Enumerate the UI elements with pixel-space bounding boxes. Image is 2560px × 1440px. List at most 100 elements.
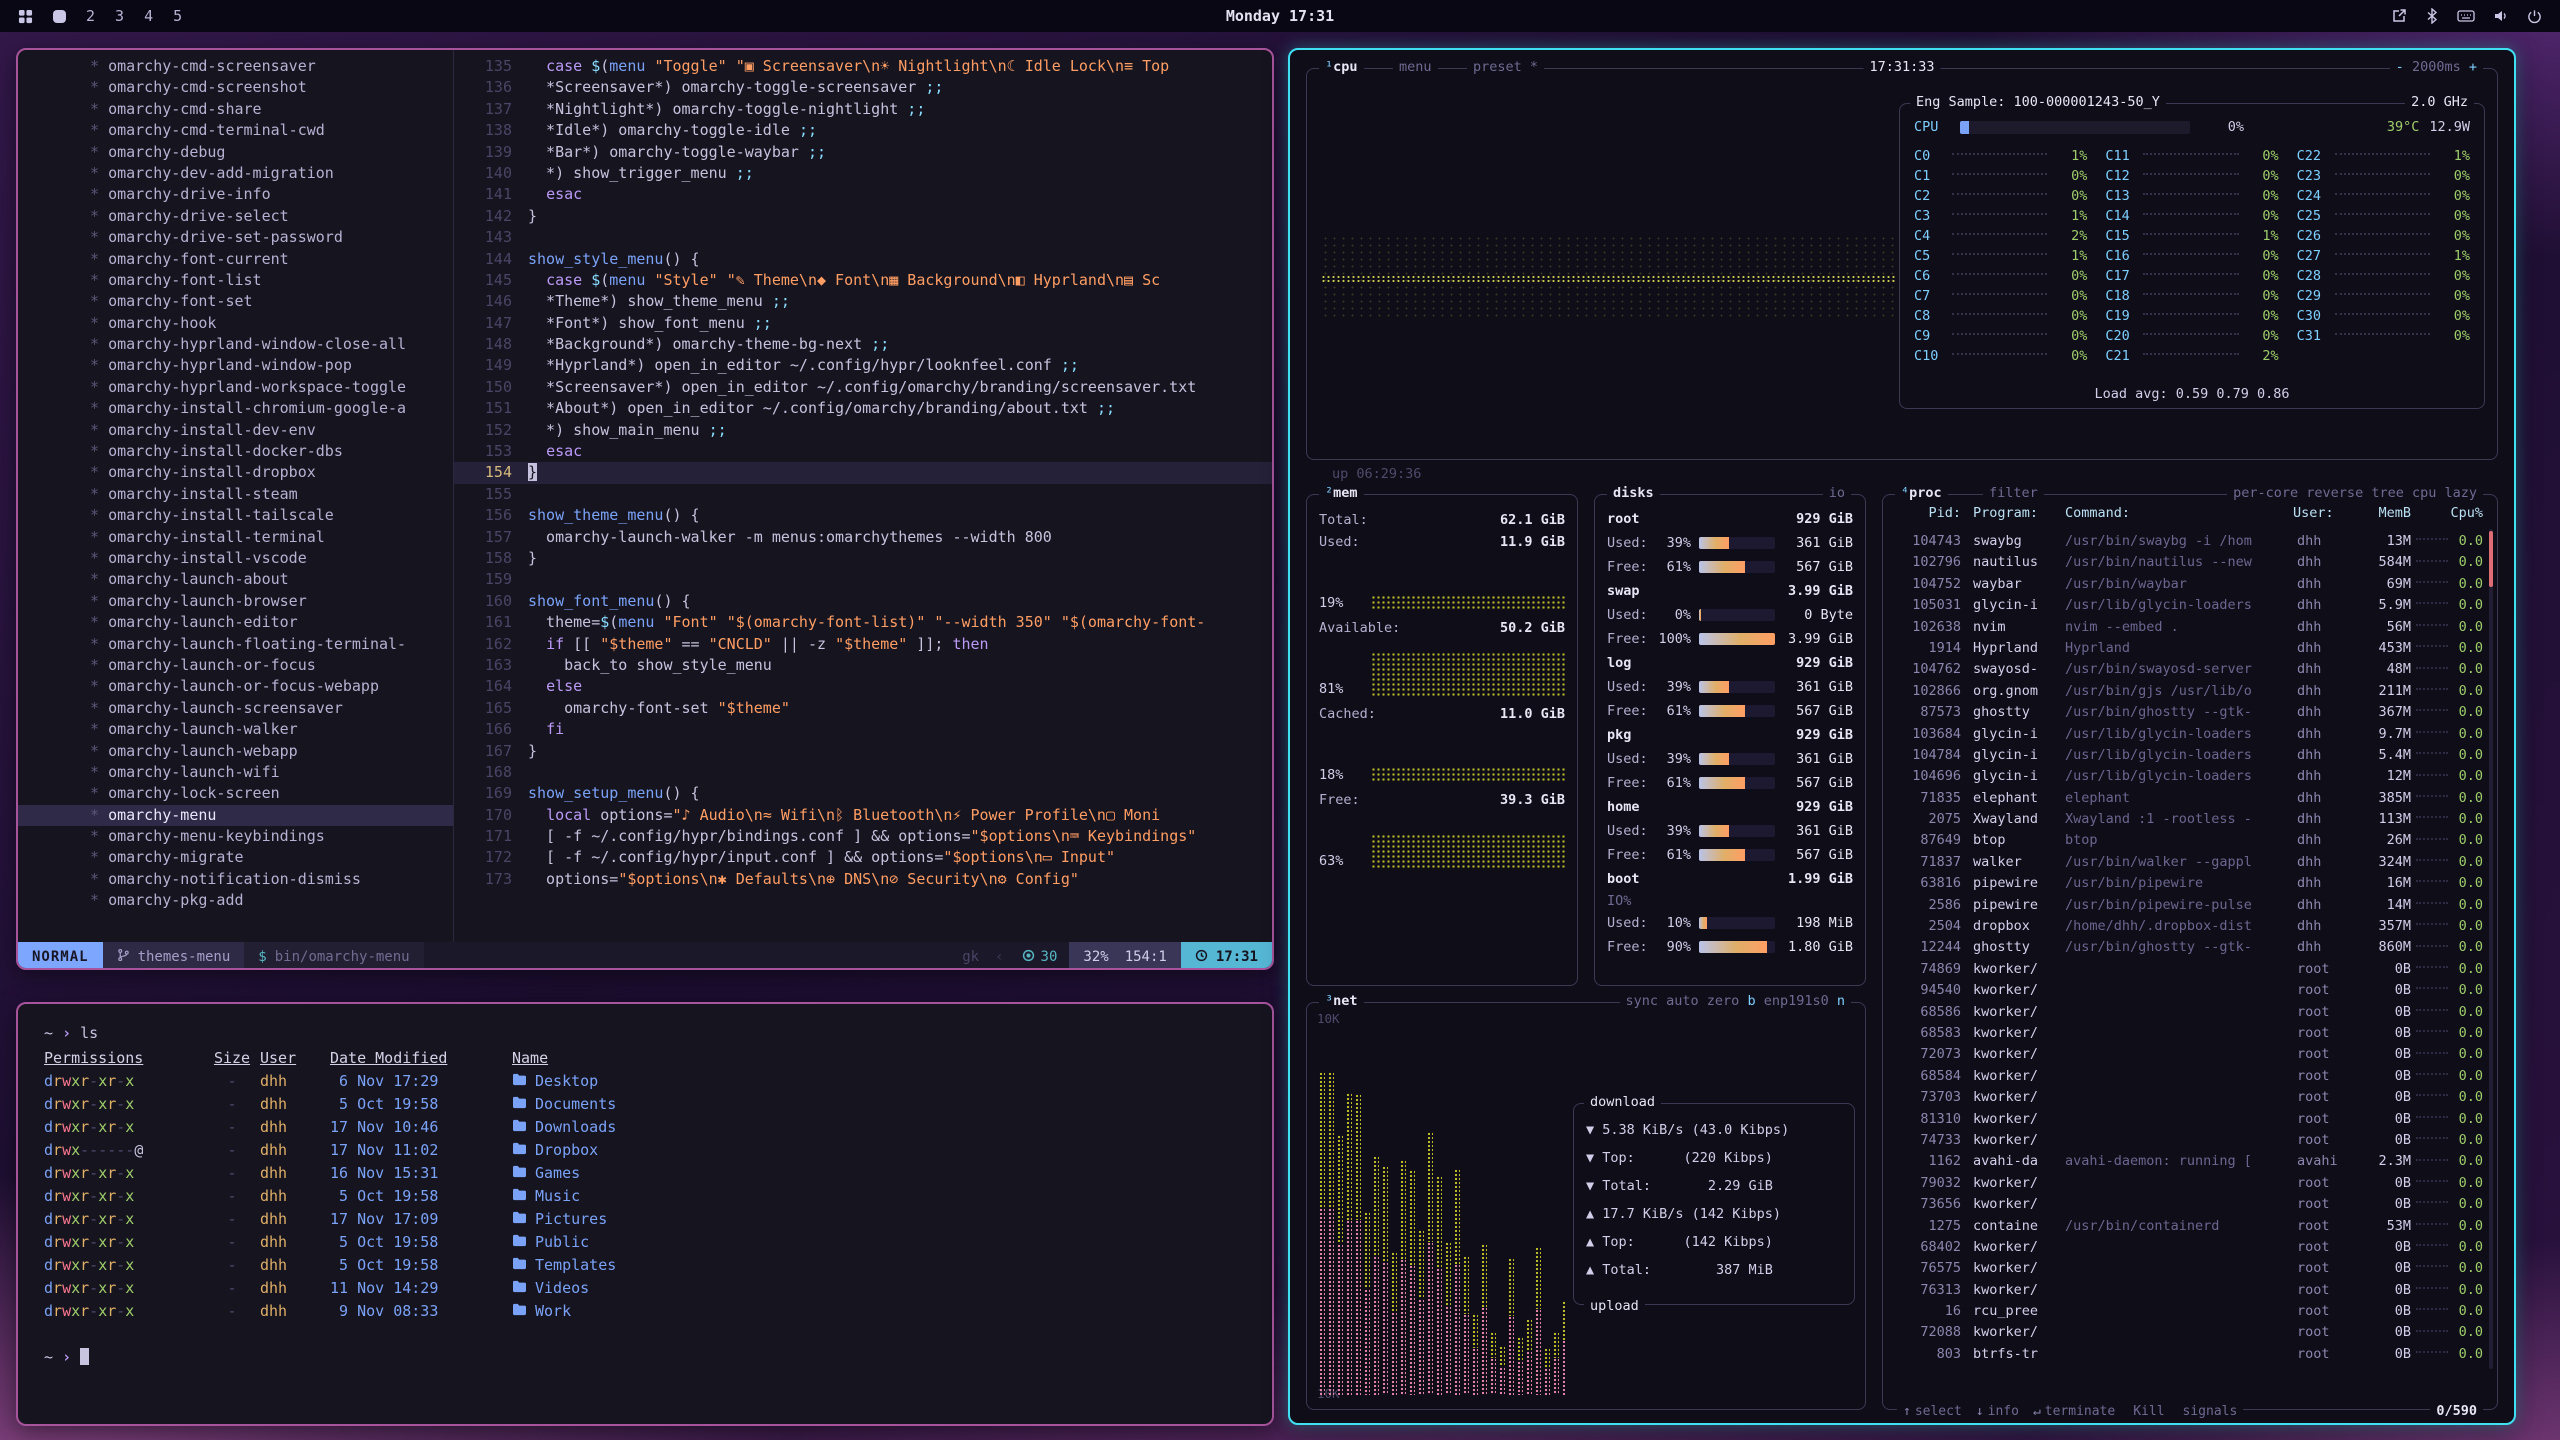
proc-footer-kill[interactable]: Kill — [2129, 1404, 2164, 1419]
proc-column-header[interactable]: Pid: — [1891, 505, 1961, 521]
process-row[interactable]: 87573ghostty/usr/bin/ghostty --gtk-dhh36… — [1891, 702, 2483, 723]
file-item[interactable]: * omarchy-launch-wifi — [18, 762, 453, 783]
net-auto-button[interactable]: auto — [1666, 993, 1707, 1009]
file-item[interactable]: * omarchy-install-terminal — [18, 527, 453, 548]
process-row[interactable]: 74733kworker/root0B0.0 — [1891, 1130, 2483, 1151]
process-row[interactable]: 103684glycin-i/usr/lib/glycin-loadersdhh… — [1891, 724, 2483, 745]
mem-panel-title[interactable]: ²mem — [1319, 485, 1364, 501]
file-item[interactable]: * omarchy-install-dropbox — [18, 462, 453, 483]
process-row[interactable]: 74869kworker/root0B0.0 — [1891, 959, 2483, 980]
process-row[interactable]: 79032kworker/root0B0.0 — [1891, 1173, 2483, 1194]
proc-column-header[interactable]: Cpu% — [2411, 505, 2483, 521]
file-item[interactable]: * omarchy-dev-add-migration — [18, 163, 453, 184]
proc-option-per-core[interactable]: per-core — [2233, 485, 2306, 501]
code-pane[interactable]: 135 case $(menu "Toggle" "▣ Screensaver\… — [454, 50, 1272, 942]
process-row[interactable]: 803btrfs-trroot0B0.0 — [1891, 1344, 2483, 1365]
active-workspace-icon[interactable] — [53, 10, 66, 23]
keyboard-icon[interactable] — [2457, 9, 2475, 23]
file-item[interactable]: * omarchy-font-current — [18, 249, 453, 270]
proc-column-header[interactable]: Program: — [1961, 505, 2065, 521]
file-item[interactable]: * omarchy-hyprland-window-close-all — [18, 334, 453, 355]
process-row[interactable]: 81310kworker/root0B0.0 — [1891, 1109, 2483, 1130]
process-row[interactable]: 1914HyprlandHyprlanddhh453M0.0 — [1891, 638, 2483, 659]
process-row[interactable]: 87649btopbtopdhh26M0.0 — [1891, 830, 2483, 851]
process-row[interactable]: 76575kworker/root0B0.0 — [1891, 1258, 2483, 1279]
file-item[interactable]: * omarchy-pkg-add — [18, 890, 453, 911]
iface-prev-button[interactable]: b — [1747, 993, 1763, 1009]
volume-icon[interactable] — [2493, 8, 2509, 24]
file-item[interactable]: * omarchy-launch-walker — [18, 719, 453, 740]
menu-button[interactable]: menu — [1393, 59, 1438, 75]
file-item[interactable]: * omarchy-install-chromium-google-a — [18, 398, 453, 419]
process-row[interactable]: 2075XwaylandXwayland :1 -rootless -dhh11… — [1891, 809, 2483, 830]
file-item[interactable]: * omarchy-launch-editor — [18, 612, 453, 633]
file-item[interactable]: * omarchy-cmd-terminal-cwd — [18, 120, 453, 141]
sort-selector[interactable]: cpu lazy — [2412, 485, 2477, 501]
file-item[interactable]: * omarchy-drive-set-password — [18, 227, 453, 248]
process-row[interactable]: 102638nvimnvim --embed .dhh56M0.0 — [1891, 617, 2483, 638]
proc-footer-terminate[interactable]: ↵terminate — [2033, 1404, 2115, 1419]
file-item[interactable]: * omarchy-debug — [18, 142, 453, 163]
process-row[interactable]: 94540kworker/root0B0.0 — [1891, 980, 2483, 1001]
file-item[interactable]: * omarchy-hyprland-window-pop — [18, 355, 453, 376]
file-item[interactable]: * omarchy-launch-or-focus — [18, 655, 453, 676]
file-item[interactable]: * omarchy-install-steam — [18, 484, 453, 505]
process-row[interactable]: 63816pipewire/usr/bin/pipewiredhh16M0.0 — [1891, 873, 2483, 894]
process-row[interactable]: 72088kworker/root0B0.0 — [1891, 1322, 2483, 1343]
process-row[interactable]: 68402kworker/root0B0.0 — [1891, 1237, 2483, 1258]
workspace-3[interactable]: 3 — [115, 7, 124, 25]
net-zero-button[interactable]: zero — [1707, 993, 1748, 1009]
disks-panel-title[interactable]: disks — [1607, 485, 1660, 501]
file-item[interactable]: * omarchy-migrate — [18, 847, 453, 868]
file-item[interactable]: * omarchy-launch-browser — [18, 591, 453, 612]
file-item[interactable]: * omarchy-hook — [18, 313, 453, 334]
file-item[interactable]: * omarchy-drive-info — [18, 184, 453, 205]
interval-plus-button[interactable]: + — [2469, 59, 2477, 75]
process-row[interactable]: 73656kworker/root0B0.0 — [1891, 1194, 2483, 1215]
process-row[interactable]: 71835elephantelephantdhh385M0.0 — [1891, 788, 2483, 809]
file-item[interactable]: * omarchy-launch-floating-terminal- — [18, 634, 453, 655]
process-row[interactable]: 16rcu_preeroot0B0.0 — [1891, 1301, 2483, 1322]
proc-header-row[interactable]: Pid:Program:Command:User:MemBCpu% — [1891, 505, 2483, 521]
process-row[interactable]: 104784glycin-i/usr/lib/glycin-loadersdhh… — [1891, 745, 2483, 766]
file-item[interactable]: * omarchy-menu — [18, 805, 453, 826]
workspace-5[interactable]: 5 — [173, 7, 182, 25]
filter-button[interactable]: filter — [1983, 485, 2044, 501]
file-item[interactable]: * omarchy-cmd-share — [18, 99, 453, 120]
process-row[interactable]: 2586pipewire/usr/bin/pipewire-pulsedhh14… — [1891, 895, 2483, 916]
file-item[interactable]: * omarchy-font-list — [18, 270, 453, 291]
proc-column-header[interactable]: Command: — [2065, 505, 2293, 521]
file-item[interactable]: * omarchy-menu-keybindings — [18, 826, 453, 847]
process-row[interactable]: 102796nautilus/usr/bin/nautilus --newdhh… — [1891, 552, 2483, 573]
workspace-4[interactable]: 4 — [144, 7, 153, 25]
apps-icon[interactable] — [18, 9, 33, 24]
power-icon[interactable] — [2527, 9, 2542, 24]
file-item[interactable]: * omarchy-hyprland-workspace-toggle — [18, 377, 453, 398]
process-row[interactable]: 72073kworker/root0B0.0 — [1891, 1044, 2483, 1065]
process-row[interactable]: 71837walker/usr/bin/walker --gappldhh324… — [1891, 852, 2483, 873]
process-row[interactable]: 102866org.gnom/usr/bin/gjs /usr/lib/odhh… — [1891, 681, 2483, 702]
file-item[interactable]: * omarchy-notification-dismiss — [18, 869, 453, 890]
file-item[interactable]: * omarchy-install-docker-dbs — [18, 441, 453, 462]
process-row[interactable]: 104696glycin-i/usr/lib/glycin-loadersdhh… — [1891, 766, 2483, 787]
process-row[interactable]: 1275containe/usr/bin/containerdroot53M0.… — [1891, 1216, 2483, 1237]
process-row[interactable]: 68583kworker/root0B0.0 — [1891, 1023, 2483, 1044]
file-item[interactable]: * omarchy-font-set — [18, 291, 453, 312]
process-row[interactable]: 104743swaybg/usr/bin/swaybg -i /homdhh13… — [1891, 531, 2483, 552]
share-icon[interactable] — [2391, 8, 2407, 24]
process-row[interactable]: 1162avahi-daavahi-daemon: running [avahi… — [1891, 1151, 2483, 1172]
net-panel-title[interactable]: ³net — [1319, 993, 1364, 1009]
file-item[interactable]: * omarchy-cmd-screensaver — [18, 56, 453, 77]
iface-next-button[interactable]: n — [1837, 993, 1845, 1009]
file-item[interactable]: * omarchy-install-vscode — [18, 548, 453, 569]
proc-column-header[interactable]: MemB — [2355, 505, 2411, 521]
proc-footer-select[interactable]: ↑select — [1903, 1404, 1962, 1419]
proc-panel-title[interactable]: ⁴proc — [1895, 485, 1948, 501]
process-row[interactable]: 68584kworker/root0B0.0 — [1891, 1066, 2483, 1087]
proc-footer-signals[interactable]: signals — [2179, 1404, 2238, 1419]
proc-scrollbar-thumb[interactable] — [2489, 531, 2493, 587]
file-item[interactable]: * omarchy-cmd-screenshot — [18, 77, 453, 98]
file-item[interactable]: * omarchy-launch-or-focus-webapp — [18, 676, 453, 697]
file-item[interactable]: * omarchy-launch-about — [18, 569, 453, 590]
io-toggle[interactable]: io — [1823, 485, 1851, 501]
